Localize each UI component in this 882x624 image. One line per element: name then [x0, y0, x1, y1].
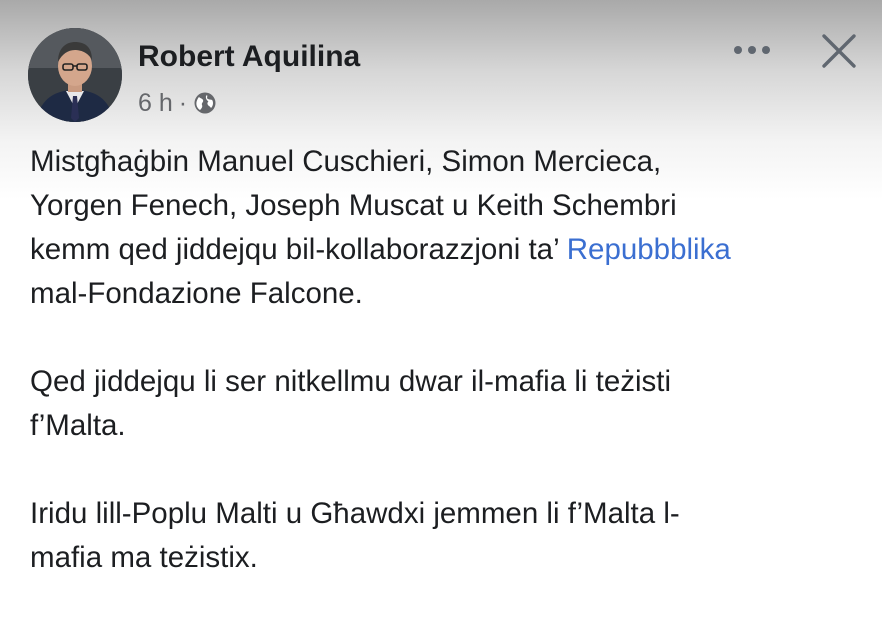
close-button[interactable] [818, 30, 860, 72]
post-line: kemm qed jiddejqu bil-kollaborazzjoni ta… [30, 228, 860, 272]
post-meta: 6 h · [138, 88, 217, 118]
post-paragraph: Mistgħaġbin Manuel Cuschieri, Simon Merc… [30, 140, 860, 316]
avatar-image [28, 28, 122, 122]
more-dot [734, 46, 742, 54]
post-line: Iridu lill-Poplu Malti u Għawdxi jemmen … [30, 497, 680, 530]
post-paragraph: Qed jiddejqu li ser nitkellmu dwar il-ma… [30, 360, 860, 448]
post-line-text: kemm qed jiddejqu bil-kollaborazzjoni ta… [30, 233, 567, 266]
meta-separator: · [178, 88, 188, 117]
post-line: Qed jiddejqu li ser nitkellmu dwar il-ma… [30, 365, 672, 398]
post-body: Mistgħaġbin Manuel Cuschieri, Simon Merc… [30, 140, 860, 624]
more-dot [762, 46, 770, 54]
post-paragraph: Iridu lill-Poplu Malti u Għawdxi jemmen … [30, 492, 860, 580]
post-line: mafia ma teżistix. [30, 541, 258, 574]
close-icon [822, 34, 856, 68]
author-avatar[interactable] [28, 28, 122, 122]
author-name[interactable]: Robert Aquilina [138, 40, 360, 74]
repubblika-link[interactable]: Repubbblika [567, 233, 731, 266]
post-timestamp[interactable]: 6 h [138, 89, 173, 118]
globe-icon[interactable] [193, 91, 217, 115]
post-line: f’Malta. [30, 409, 126, 442]
more-options-button[interactable] [734, 38, 770, 62]
post-line: Mistgħaġbin Manuel Cuschieri, Simon Merc… [30, 145, 662, 178]
facebook-post: Robert Aquilina 6 h · Mistgħaġbin Manuel… [0, 0, 882, 607]
post-line: Yorgen Fenech, Joseph Muscat u Keith Sch… [30, 189, 677, 222]
post-line: mal-Fondazione Falcone. [30, 277, 363, 310]
more-dot [748, 46, 756, 54]
